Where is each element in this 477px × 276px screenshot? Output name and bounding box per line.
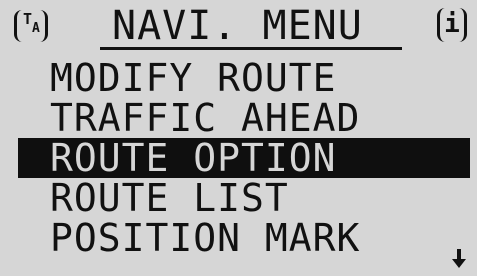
title-bar: T A NAVI. MENU i <box>0 0 477 52</box>
menu-list: MODIFY ROUTE TRAFFIC AHEAD ROUTE OPTION … <box>0 58 477 258</box>
title-underline <box>100 47 402 50</box>
menu-item-traffic-ahead[interactable]: TRAFFIC AHEAD <box>0 98 477 138</box>
ta-icon-a: A <box>32 21 40 36</box>
menu-item-route-list[interactable]: ROUTE LIST <box>0 178 477 218</box>
menu-item-position-mark[interactable]: POSITION MARK <box>0 218 477 258</box>
ta-icon[interactable]: T A <box>14 10 48 42</box>
navi-menu-screen: T A NAVI. MENU i MODIFY ROUTE TRAFFIC AH… <box>0 0 477 276</box>
page-title: NAVI. MENU <box>112 3 363 49</box>
menu-item-route-option[interactable]: ROUTE OPTION <box>18 138 470 178</box>
menu-item-modify-route[interactable]: MODIFY ROUTE <box>0 58 477 98</box>
arrow-down-icon[interactable] <box>451 249 467 269</box>
ta-icon-t: T <box>23 10 33 28</box>
info-icon[interactable]: i <box>437 8 467 42</box>
